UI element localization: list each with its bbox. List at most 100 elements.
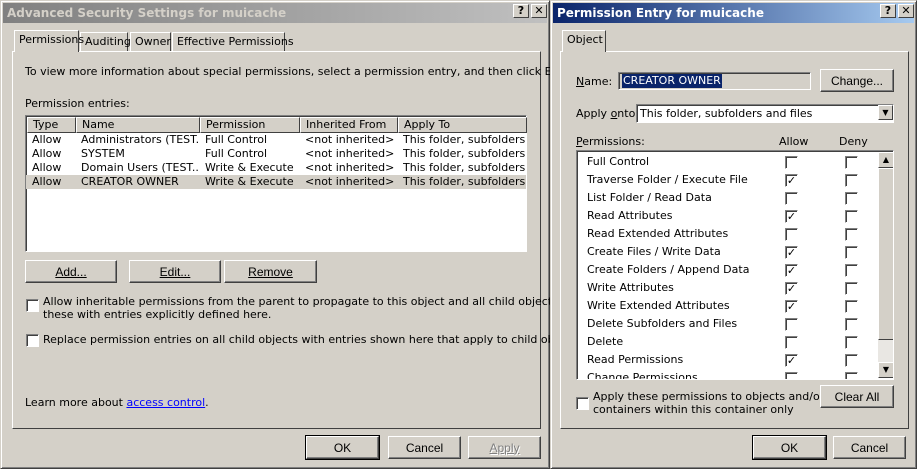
allow-checkbox[interactable]: ✓ <box>785 246 798 259</box>
permission-name: Create Folders / Append Data <box>587 263 750 276</box>
deny-checkbox[interactable] <box>845 156 858 169</box>
apply-button[interactable]: Apply <box>468 436 541 459</box>
allow-checkbox[interactable]: ✓ <box>785 354 798 367</box>
permission-name: Delete Subfolders and Files <box>587 317 738 330</box>
allow-checkbox[interactable]: ✓ <box>785 264 798 277</box>
allow-checkbox[interactable] <box>785 228 798 241</box>
close-icon[interactable]: ✕ <box>898 4 914 18</box>
allow-checkbox[interactable] <box>785 336 798 349</box>
permission-row: Full Control <box>577 153 877 171</box>
deny-checkbox[interactable] <box>845 372 858 379</box>
deny-checkbox[interactable] <box>845 264 858 277</box>
permission-row: Change Permissions <box>577 369 877 379</box>
allow-checkbox[interactable] <box>785 156 798 169</box>
deny-checkbox[interactable] <box>845 210 858 223</box>
permission-name: Write Extended Attributes <box>587 299 730 312</box>
info-text: To view more information about special p… <box>25 65 570 78</box>
deny-checkbox[interactable] <box>845 228 858 241</box>
edit-button[interactable]: Edit... <box>129 260 221 283</box>
left-window-title: Advanced Security Settings for muicache <box>7 6 287 20</box>
permission-row: List Folder / Read Data <box>577 189 877 207</box>
help-icon[interactable]: ? <box>513 4 529 18</box>
table-row[interactable]: Allow Administrators (TEST... Full Contr… <box>26 133 526 147</box>
list-header: Type Name Permission Inherited From Appl… <box>27 117 527 133</box>
tab-owner[interactable]: Owner <box>130 32 171 52</box>
clear-all-button[interactable]: Clear All <box>820 385 894 408</box>
scroll-up-icon[interactable]: ▲ <box>878 152 893 168</box>
allow-checkbox[interactable]: ✓ <box>785 174 798 187</box>
change-button[interactable]: Change... <box>820 69 894 92</box>
deny-checkbox[interactable] <box>845 300 858 313</box>
col-name[interactable]: Name <box>76 117 200 133</box>
permissions-list[interactable]: Full Control Traverse Folder / Execute Fi… <box>576 150 894 380</box>
tab-auditing[interactable]: Auditing <box>80 32 131 52</box>
deny-checkbox[interactable] <box>845 336 858 349</box>
add-button[interactable]: Add... <box>25 260 117 283</box>
table-row[interactable]: Allow SYSTEM Full Control <not inherited… <box>26 147 526 161</box>
name-label: Name: <box>576 75 613 88</box>
apply-onto-label: Apply onto: <box>576 107 640 120</box>
permission-entries-label: Permission entries: <box>25 97 130 110</box>
apply-only-label-line1: Apply these permissions to objects and/o… <box>593 390 825 403</box>
permission-entry-window: Permission Entry for muicache ? ✕ Object… <box>550 0 917 469</box>
allow-checkbox[interactable]: ✓ <box>785 282 798 295</box>
permission-entries-list[interactable]: Type Name Permission Inherited From Appl… <box>25 115 527 252</box>
allow-checkbox[interactable]: ✓ <box>785 300 798 313</box>
remove-button[interactable]: Remove <box>224 260 317 283</box>
name-field[interactable]: CREATOR OWNER <box>618 72 811 90</box>
permission-row: Write Extended Attributes ✓ <box>577 297 877 315</box>
apply-only-checkbox[interactable] <box>576 397 589 410</box>
deny-header: Deny <box>839 135 868 148</box>
deny-checkbox[interactable] <box>845 282 858 295</box>
permission-row: Traverse Folder / Execute File ✓ <box>577 171 877 189</box>
apply-onto-select[interactable]: This folder, subfolders and files ▼ <box>636 104 894 123</box>
tab-effective-permissions[interactable]: Effective Permissions <box>172 32 294 52</box>
left-title-bar[interactable]: Advanced Security Settings for muicache <box>3 3 547 23</box>
tab-object[interactable]: Object <box>562 30 606 52</box>
table-row-selected[interactable]: Allow CREATOR OWNER Write & Execute <not… <box>26 175 526 189</box>
chevron-down-icon[interactable]: ▼ <box>878 105 893 120</box>
permission-name: List Folder / Read Data <box>587 191 712 204</box>
right-title-bar[interactable]: Permission Entry for muicache <box>553 3 914 23</box>
permission-row: Read Attributes ✓ <box>577 207 877 225</box>
apply-onto-value: This folder, subfolders and files <box>640 107 813 120</box>
allow-checkbox[interactable]: ✓ <box>785 210 798 223</box>
access-control-link[interactable]: access control <box>126 396 205 409</box>
deny-checkbox[interactable] <box>845 192 858 205</box>
permissions-scrollbar[interactable]: ▲ ▼ <box>878 152 893 378</box>
help-icon[interactable]: ? <box>880 4 896 18</box>
replace-checkbox[interactable] <box>26 334 39 347</box>
object-panel: Name: CREATOR OWNER Change... Apply onto… <box>560 51 909 429</box>
tab-permissions[interactable]: Permissions <box>14 30 84 52</box>
right-cancel-button[interactable]: Cancel <box>833 436 906 459</box>
scroll-thumb[interactable] <box>878 168 893 340</box>
allow-checkbox[interactable] <box>785 318 798 331</box>
col-inherited-from[interactable]: Inherited From <box>300 117 398 133</box>
close-icon[interactable]: ✕ <box>531 4 547 18</box>
col-permission[interactable]: Permission <box>200 117 300 133</box>
permission-name: Create Files / Write Data <box>587 245 721 258</box>
allow-header: Allow <box>779 135 809 148</box>
left-cancel-button[interactable]: Cancel <box>388 436 461 459</box>
learn-more-text: Learn more about access control. <box>25 396 209 409</box>
permission-name: Delete <box>587 335 624 348</box>
left-ok-button[interactable]: OK <box>305 435 380 460</box>
inherit-label-line1: Allow inheritable permissions from the p… <box>43 295 605 308</box>
deny-checkbox[interactable] <box>845 354 858 367</box>
inherit-checkbox[interactable] <box>26 299 39 312</box>
permissions-label: Permissions: <box>576 135 645 148</box>
permission-row: Create Folders / Append Data ✓ <box>577 261 877 279</box>
allow-checkbox[interactable] <box>785 192 798 205</box>
allow-checkbox[interactable] <box>785 372 798 379</box>
advanced-security-window: Advanced Security Settings for muicache … <box>0 0 605 469</box>
permission-name: Read Extended Attributes <box>587 227 729 240</box>
deny-checkbox[interactable] <box>845 174 858 187</box>
apply-only-label-line2: containers within this container only <box>593 403 794 416</box>
deny-checkbox[interactable] <box>845 318 858 331</box>
scroll-down-icon[interactable]: ▼ <box>878 362 893 378</box>
col-apply-to[interactable]: Apply To <box>398 117 527 133</box>
table-row[interactable]: Allow Domain Users (TEST... Write & Exec… <box>26 161 526 175</box>
deny-checkbox[interactable] <box>845 246 858 259</box>
col-type[interactable]: Type <box>27 117 76 133</box>
right-ok-button[interactable]: OK <box>752 435 827 460</box>
